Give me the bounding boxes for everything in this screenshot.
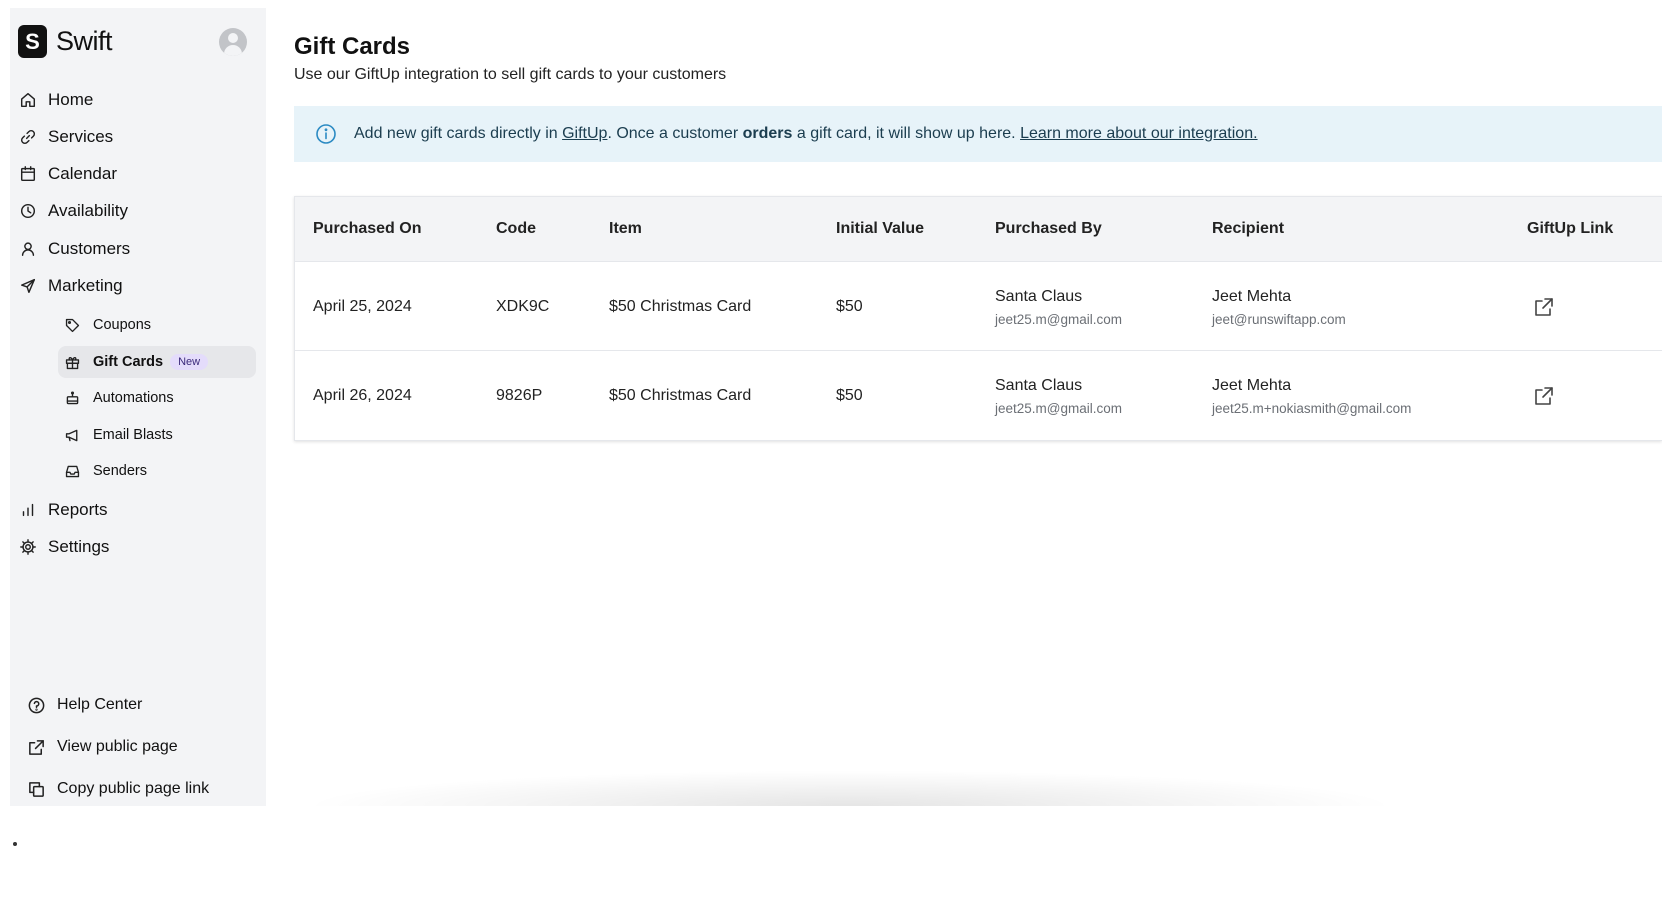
avatar[interactable]: [219, 28, 247, 56]
external-link-icon: [25, 736, 47, 758]
column-header[interactable]: Item: [609, 220, 642, 238]
sidebar-item-label: Services: [48, 127, 114, 146]
user-icon: [18, 239, 38, 259]
home-icon: [18, 90, 38, 110]
sidebar-subitem-gift-cards[interactable]: Gift Cards New: [58, 346, 256, 378]
app-logo[interactable]: S Swift: [18, 25, 113, 58]
column-header[interactable]: Initial Value: [836, 220, 924, 238]
sidebar-item-home[interactable]: Home: [18, 85, 93, 115]
info-icon: [315, 123, 337, 145]
recipient-cell: Jeet Mehta jeet25.m+nokiasmith@gmail.com: [1212, 377, 1411, 416]
table-row[interactable]: April 25, 2024 XDK9C $50 Christmas Card …: [295, 262, 1662, 351]
gift-cards-table: Purchased On Code Item Initial Value Pur…: [294, 196, 1662, 441]
sidebar-subitem-senders[interactable]: Senders: [58, 455, 256, 487]
table-row[interactable]: April 26, 2024 9826P $50 Christmas Card …: [295, 351, 1662, 440]
recipient-name: Jeet Mehta: [1212, 377, 1292, 394]
sidebar-item-label: Customers: [48, 239, 131, 258]
purchaser-name: Santa Claus: [995, 288, 1083, 305]
purchaser-email: jeet25.m@gmail.com: [995, 401, 1122, 416]
banner-bold-text: orders: [742, 125, 793, 142]
footer-item-label: View public page: [57, 738, 178, 755]
sidebar-item-calendar[interactable]: Calendar: [18, 159, 117, 189]
item-cell: $50 Christmas Card: [609, 298, 752, 315]
giftup-external-link-icon[interactable]: [1533, 296, 1555, 318]
sidebar-item-label: Calendar: [48, 164, 117, 183]
footer-item-label: Help Center: [57, 696, 143, 713]
help-center-link[interactable]: Help Center: [25, 690, 142, 720]
recipient-cell: Jeet Mehta jeet@runswiftapp.com: [1212, 288, 1346, 327]
sidebar-subitem-automations[interactable]: Automations: [58, 382, 256, 414]
megaphone-icon: [62, 425, 82, 445]
robot-icon: [62, 388, 82, 408]
recipient-email: jeet@runswiftapp.com: [1212, 312, 1346, 327]
sidebar-item-label: Availability: [48, 201, 129, 220]
page-title: Gift Cards: [294, 33, 411, 60]
column-header[interactable]: Purchased On: [313, 220, 421, 238]
question-circle-icon: [25, 694, 47, 716]
sidebar-item-label: Settings: [48, 537, 110, 556]
sidebar-subitem-label: Coupons: [93, 317, 152, 333]
purchased-by-cell: Santa Claus jeet25.m@gmail.com: [995, 288, 1122, 327]
giftup-link[interactable]: GiftUp: [562, 125, 607, 143]
banner-text: Add new gift cards directly in: [354, 125, 563, 142]
code-cell: XDK9C: [496, 298, 550, 315]
purchased-on-cell: April 25, 2024: [313, 298, 412, 315]
item-cell: $50 Christmas Card: [609, 387, 752, 404]
sidebar-item-availability[interactable]: Availability: [18, 196, 128, 226]
gear-icon: [18, 537, 38, 557]
purchaser-email: jeet25.m@gmail.com: [995, 312, 1122, 327]
banner-text: . Once a customer: [607, 125, 743, 142]
purchaser-name: Santa Claus: [995, 377, 1083, 394]
sidebar-item-services[interactable]: Services: [18, 122, 113, 152]
column-header[interactable]: Recipient: [1212, 220, 1284, 238]
initial-value-cell: $50: [836, 387, 863, 404]
column-header[interactable]: Code: [496, 220, 536, 238]
table-header: Purchased On Code Item Initial Value Pur…: [295, 197, 1662, 262]
sidebar-item-reports[interactable]: Reports: [18, 495, 108, 525]
sidebar-subitem-label: Email Blasts: [93, 427, 173, 443]
recipient-email: jeet25.m+nokiasmith@gmail.com: [1212, 401, 1412, 416]
scroll-shadow: [300, 770, 1400, 806]
sidebar-item-label: Reports: [48, 500, 108, 519]
giftup-external-link-icon[interactable]: [1533, 385, 1555, 407]
sidebar-subitem-label: Automations: [93, 390, 174, 406]
page-subtitle: Use our GiftUp integration to sell gift …: [294, 66, 727, 83]
swift-logo-icon: S: [18, 25, 47, 58]
sidebar: S Swift Home Services Calendar Availabil…: [10, 8, 266, 806]
inbox-icon: [62, 461, 82, 481]
sidebar-item-customers[interactable]: Customers: [18, 234, 130, 264]
bullet-dot: [13, 842, 17, 846]
paper-plane-icon: [18, 276, 38, 296]
calendar-icon: [18, 164, 38, 184]
copy-icon: [25, 778, 47, 800]
link-icon: [18, 127, 38, 147]
banner-text: a gift card, it will show up here.: [792, 125, 1021, 142]
app-name: Swift: [56, 26, 113, 56]
column-header[interactable]: Purchased By: [995, 220, 1102, 238]
purchased-on-cell: April 26, 2024: [313, 387, 412, 404]
column-header[interactable]: GiftUp Link: [1527, 220, 1613, 238]
sidebar-item-label: Marketing: [48, 276, 123, 295]
initial-value-cell: $50: [836, 298, 863, 315]
clock-icon: [18, 201, 38, 221]
bar-chart-icon: [18, 500, 38, 520]
sidebar-subitem-coupons[interactable]: Coupons: [58, 309, 256, 341]
sidebar-subitem-email-blasts[interactable]: Email Blasts: [58, 419, 256, 451]
recipient-name: Jeet Mehta: [1212, 288, 1292, 305]
sidebar-subitem-label: Senders: [93, 463, 148, 479]
tag-icon: [62, 315, 82, 335]
new-badge: New: [170, 354, 209, 370]
gift-icon: [62, 352, 82, 372]
sidebar-item-marketing[interactable]: Marketing: [18, 271, 123, 301]
learn-more-link[interactable]: Learn more about our integration.: [1020, 125, 1257, 143]
code-cell: 9826P: [496, 387, 543, 404]
view-public-page-link[interactable]: View public page: [25, 732, 178, 762]
sidebar-subitem-label: Gift Cards: [93, 354, 164, 370]
footer-item-label: Copy public page link: [57, 780, 210, 797]
sidebar-item-label: Home: [48, 90, 94, 109]
sidebar-item-settings[interactable]: Settings: [18, 532, 109, 562]
purchased-by-cell: Santa Claus jeet25.m@gmail.com: [995, 377, 1122, 416]
info-banner: Add new gift cards directly in GiftUp. O…: [294, 106, 1662, 162]
copy-public-page-link[interactable]: Copy public page link: [25, 774, 209, 804]
